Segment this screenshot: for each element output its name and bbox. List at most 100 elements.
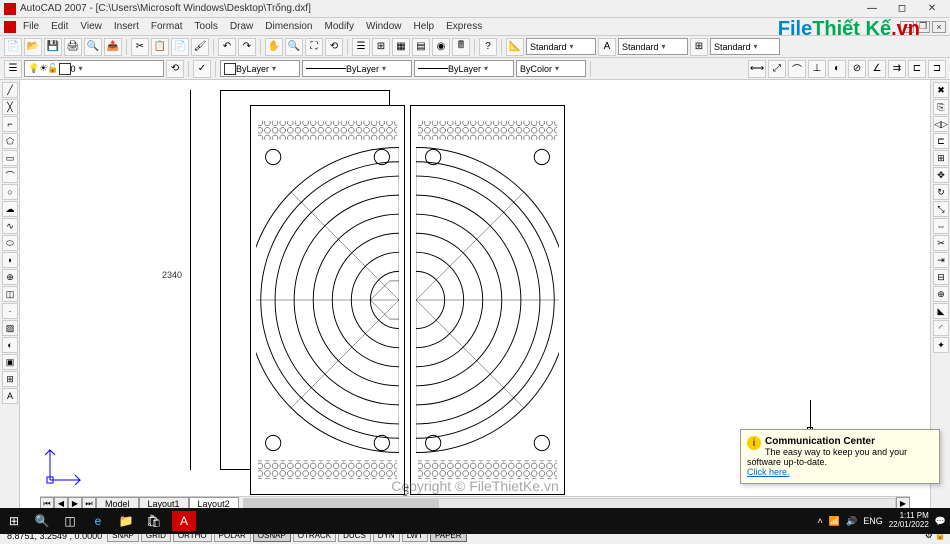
menu-draw[interactable]: Draw	[225, 20, 258, 33]
quickcalc-button[interactable]: 🖩	[452, 38, 470, 56]
menu-dimension[interactable]: Dimension	[260, 20, 317, 33]
menu-view[interactable]: View	[75, 20, 107, 33]
match-button[interactable]: 🖌	[191, 38, 209, 56]
hatch-tool[interactable]: ▨	[2, 320, 18, 336]
ellipse-tool[interactable]: ⬭	[2, 235, 18, 251]
dim-quick-button[interactable]: ⇉	[888, 60, 906, 78]
fillet-tool[interactable]: ◜	[933, 320, 949, 336]
dim-angular-button[interactable]: ∠	[868, 60, 886, 78]
join-tool[interactable]: ⊕	[933, 286, 949, 302]
tray-clock[interactable]: 1:11 PM 22/01/2022	[889, 512, 929, 530]
trim-tool[interactable]: ✂	[933, 235, 949, 251]
preview-button[interactable]: 🔍	[84, 38, 102, 56]
offset-tool[interactable]: ⊏	[933, 133, 949, 149]
menu-window[interactable]: Window	[361, 20, 407, 33]
copy-button[interactable]: 📋	[151, 38, 169, 56]
pan-button[interactable]: ✋	[265, 38, 283, 56]
revcloud-tool[interactable]: ☁	[2, 201, 18, 217]
open-button[interactable]: 📂	[24, 38, 42, 56]
copy-tool[interactable]: ⎘	[933, 99, 949, 115]
polyline-tool[interactable]: ⌐	[2, 116, 18, 132]
spline-tool[interactable]: ∿	[2, 218, 18, 234]
mtext-tool[interactable]: A	[2, 388, 18, 404]
save-button[interactable]: 💾	[44, 38, 62, 56]
rotate-tool[interactable]: ↻	[933, 184, 949, 200]
menu-help[interactable]: Help	[409, 20, 440, 33]
move-tool[interactable]: ✥	[933, 167, 949, 183]
doc-close-button[interactable]: ×	[932, 21, 946, 33]
dim-diameter-button[interactable]: ⊘	[848, 60, 866, 78]
cut-button[interactable]: ✂	[131, 38, 149, 56]
doc-restore-button[interactable]: ❐	[916, 21, 930, 33]
polygon-tool[interactable]: ⬠	[2, 133, 18, 149]
maximize-button[interactable]: ◻	[888, 2, 916, 16]
menu-tools[interactable]: Tools	[190, 20, 223, 33]
autocad-task-icon[interactable]: A	[172, 511, 196, 531]
insert-tool[interactable]: ⊕	[2, 269, 18, 285]
help-button[interactable]: ?	[479, 38, 497, 56]
gradient-tool[interactable]: ◐	[2, 337, 18, 353]
tray-sound-icon[interactable]: 🔊	[846, 516, 857, 527]
explorer-icon[interactable]: 📁	[116, 511, 136, 531]
tray-network-icon[interactable]: 📶	[829, 516, 840, 527]
comm-link[interactable]: Click here.	[747, 467, 933, 477]
linetype-combo[interactable]: ByLayer	[302, 60, 412, 77]
region-tool[interactable]: ▣	[2, 354, 18, 370]
arc-tool[interactable]: ⌒	[2, 167, 18, 183]
erase-tool[interactable]: ✖	[933, 82, 949, 98]
menu-modify[interactable]: Modify	[320, 20, 359, 33]
tray-chevron-icon[interactable]: ˄	[818, 516, 823, 526]
publish-button[interactable]: 📤	[104, 38, 122, 56]
rectangle-tool[interactable]: ▭	[2, 150, 18, 166]
menu-insert[interactable]: Insert	[109, 20, 144, 33]
dim-style-icon[interactable]: 📐	[506, 38, 524, 56]
designcenter-button[interactable]: ⊞	[372, 38, 390, 56]
tray-lang[interactable]: ENG	[863, 516, 883, 526]
dim-aligned-button[interactable]: ⤢	[768, 60, 786, 78]
circle-tool[interactable]: ○	[2, 184, 18, 200]
start-button[interactable]: ⊞	[4, 511, 24, 531]
store-icon[interactable]: 🛍	[144, 511, 164, 531]
menu-file[interactable]: File	[18, 20, 44, 33]
break-tool[interactable]: ⊟	[933, 269, 949, 285]
paste-button[interactable]: 📄	[171, 38, 189, 56]
plot-button[interactable]: 🖨	[64, 38, 82, 56]
point-tool[interactable]: ·	[2, 303, 18, 319]
zoom-window-button[interactable]: ⛶	[305, 38, 323, 56]
line-tool[interactable]: ╱	[2, 82, 18, 98]
toolpalette-button[interactable]: ▦	[392, 38, 410, 56]
sheetset-button[interactable]: ▤	[412, 38, 430, 56]
block-tool[interactable]: ◫	[2, 286, 18, 302]
text-style-icon[interactable]: A	[598, 38, 616, 56]
layer-combo[interactable]: 💡 ☀ 🔓 0	[24, 60, 164, 77]
color-combo[interactable]: ByLayer	[220, 60, 300, 77]
markup-button[interactable]: ◉	[432, 38, 450, 56]
close-button[interactable]: ✕	[918, 2, 946, 16]
dim-linear-button[interactable]: ⟷	[748, 60, 766, 78]
array-tool[interactable]: ⊞	[933, 150, 949, 166]
make-current-button[interactable]: ✓	[193, 60, 211, 78]
hscroll-thumb[interactable]	[244, 499, 439, 509]
dim-arc-button[interactable]: ⌒	[788, 60, 806, 78]
chamfer-tool[interactable]: ◣	[933, 303, 949, 319]
lineweight-combo[interactable]: ByLayer	[414, 60, 514, 77]
minimize-button[interactable]: —	[858, 2, 886, 16]
layer-props-button[interactable]: ☰	[4, 60, 22, 78]
zoom-button[interactable]: 🔍	[285, 38, 303, 56]
extend-tool[interactable]: ⇥	[933, 252, 949, 268]
stretch-tool[interactable]: ⇔	[933, 218, 949, 234]
scale-tool[interactable]: ⤡	[933, 201, 949, 217]
mirror-tool[interactable]: ◁▷	[933, 116, 949, 132]
menu-format[interactable]: Format	[146, 20, 188, 33]
dim-continue-button[interactable]: ⊐	[928, 60, 946, 78]
tray-notifications-icon[interactable]: 💬	[935, 516, 946, 527]
dim-ordinate-button[interactable]: ⊥	[808, 60, 826, 78]
explode-tool[interactable]: ✦	[933, 337, 949, 353]
search-icon[interactable]: 🔍	[32, 511, 52, 531]
zoom-prev-button[interactable]: ⟲	[325, 38, 343, 56]
menu-express[interactable]: Express	[441, 20, 487, 33]
ellipse-arc-tool[interactable]: ◗	[2, 252, 18, 268]
taskview-icon[interactable]: ◫	[60, 511, 80, 531]
plotstyle-combo[interactable]: ByColor	[516, 60, 586, 77]
dim-baseline-button[interactable]: ⊏	[908, 60, 926, 78]
